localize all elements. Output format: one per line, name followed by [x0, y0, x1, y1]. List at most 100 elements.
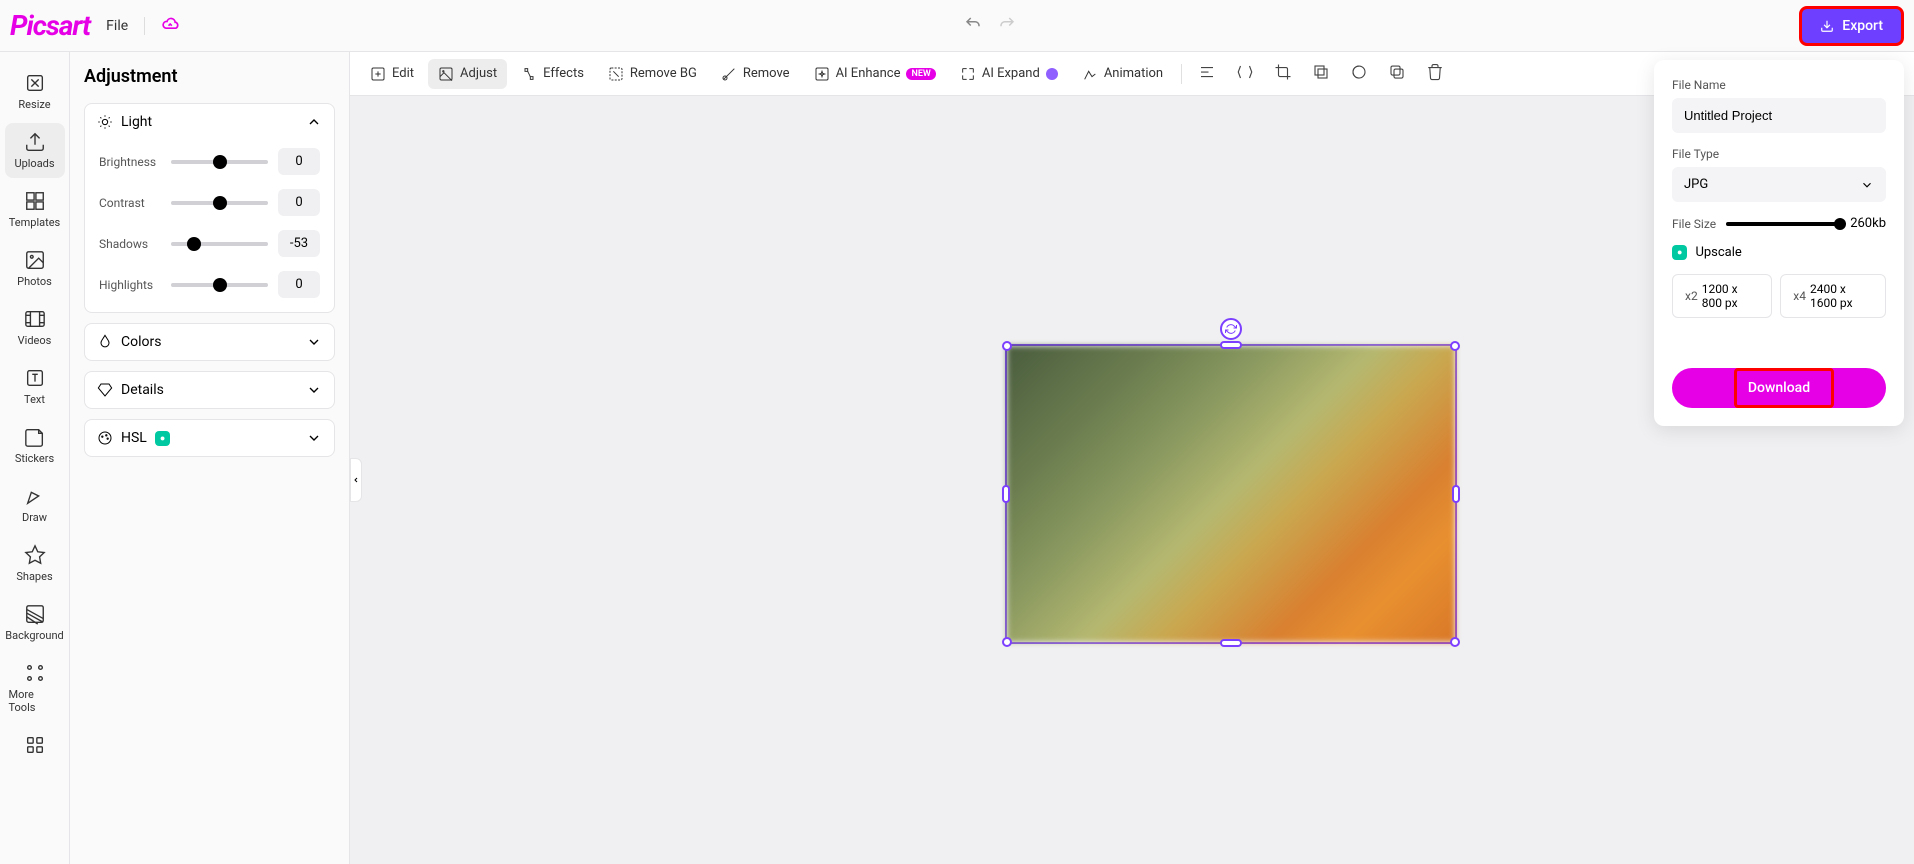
brightness-row: Brightness 0 — [99, 148, 320, 175]
resize-handle-tl[interactable] — [1002, 341, 1012, 351]
rail-label: Uploads — [14, 157, 54, 170]
shadows-slider[interactable] — [171, 242, 268, 246]
brightness-slider[interactable] — [171, 160, 268, 164]
rail-draw[interactable]: Draw — [5, 477, 65, 532]
contrast-slider[interactable] — [171, 201, 268, 205]
upscale-label: Upscale — [1695, 245, 1741, 260]
contrast-value[interactable]: 0 — [278, 189, 320, 216]
rail-label: Draw — [22, 511, 47, 524]
hsl-header[interactable]: HSL ● — [85, 420, 334, 456]
rail-label: Shapes — [16, 570, 52, 583]
divider — [144, 17, 145, 35]
rail-text[interactable]: Text — [5, 359, 65, 414]
ai-enhance-action[interactable]: AI Enhance NEW — [804, 59, 946, 89]
rail-videos[interactable]: Videos — [5, 300, 65, 355]
rail-label: Videos — [18, 334, 52, 347]
file-type-label: File Type — [1672, 147, 1886, 161]
effects-label: Effects — [543, 66, 584, 81]
rail-resize[interactable]: Resize — [5, 64, 65, 119]
rail-label: More Tools — [9, 688, 61, 714]
effects-action[interactable]: Effects — [511, 59, 594, 89]
highlights-slider[interactable] — [171, 283, 268, 287]
details-header[interactable]: Details — [85, 372, 334, 408]
brightness-value[interactable]: 0 — [278, 148, 320, 175]
upscale-x4[interactable]: x4 2400 x 1600 px — [1780, 274, 1886, 318]
redo-button[interactable] — [998, 15, 1016, 37]
resize-handle-bl[interactable] — [1002, 637, 1012, 647]
adjust-action[interactable]: Adjust — [428, 59, 507, 89]
resize-handle-br[interactable] — [1450, 637, 1460, 647]
shadows-label: Shadows — [99, 237, 161, 251]
image-selection[interactable] — [1005, 344, 1457, 644]
separator — [1181, 64, 1182, 84]
brand-logo[interactable]: Picsart — [10, 9, 90, 42]
light-header[interactable]: Light — [85, 104, 334, 140]
rail-uploads[interactable]: Uploads — [5, 123, 65, 178]
rail-templates[interactable]: Templates — [5, 182, 65, 237]
edit-action[interactable]: Edit — [360, 59, 424, 89]
rail-photos[interactable]: Photos — [5, 241, 65, 296]
main-layout: Resize Uploads Templates Photos Videos T… — [0, 52, 1914, 864]
light-section: Light Brightness 0 Contrast 0 Shadows - — [84, 103, 335, 313]
resize-handle-mr[interactable] — [1452, 485, 1460, 503]
file-type-value: JPG — [1684, 177, 1708, 192]
delete-button[interactable] — [1418, 56, 1452, 92]
rail-apps[interactable] — [5, 726, 65, 764]
export-panel: File Name File Type JPG File Size 260kb … — [1654, 60, 1904, 426]
palette-icon — [97, 430, 113, 446]
hsl-section: HSL ● — [84, 419, 335, 457]
rail-stickers[interactable]: Stickers — [5, 418, 65, 473]
colors-header[interactable]: Colors — [85, 324, 334, 360]
rail-more-tools[interactable]: More Tools — [5, 654, 65, 722]
flip-button[interactable] — [1228, 56, 1262, 92]
duplicate-button[interactable] — [1380, 56, 1414, 92]
sun-icon — [97, 114, 113, 130]
animation-action[interactable]: Animation — [1072, 59, 1173, 89]
tutorial-highlight — [1734, 368, 1834, 408]
layer-button[interactable] — [1304, 56, 1338, 92]
upscale-mult: x4 — [1793, 289, 1806, 303]
chevron-down-icon — [306, 430, 322, 446]
undo-redo-group — [964, 15, 1016, 37]
remove-action[interactable]: Remove — [711, 59, 800, 89]
upscale-dims: 1200 x 800 px — [1702, 282, 1760, 310]
details-section: Details — [84, 371, 335, 409]
light-body: Brightness 0 Contrast 0 Shadows -53 High… — [85, 140, 334, 312]
adjust-label: Adjust — [460, 66, 497, 81]
file-menu[interactable]: File — [106, 18, 128, 34]
shadows-value[interactable]: -53 — [278, 230, 320, 257]
rail-shapes[interactable]: Shapes — [5, 536, 65, 591]
resize-handle-tr[interactable] — [1450, 341, 1460, 351]
pro-badge: ● — [155, 431, 170, 446]
upscale-x2[interactable]: x2 1200 x 800 px — [1672, 274, 1772, 318]
rail-background[interactable]: Background — [5, 595, 65, 650]
export-button[interactable]: Export — [1799, 6, 1904, 46]
edit-icon — [370, 66, 386, 82]
crop-button[interactable] — [1266, 56, 1300, 92]
opacity-button[interactable] — [1342, 56, 1376, 92]
shadows-row: Shadows -53 — [99, 230, 320, 257]
tool-rail: Resize Uploads Templates Photos Videos T… — [0, 52, 70, 864]
rotate-handle[interactable] — [1220, 318, 1242, 340]
effects-icon — [521, 66, 537, 82]
resize-handle-ml[interactable] — [1002, 485, 1010, 503]
file-type-select[interactable]: JPG — [1672, 167, 1886, 202]
ai-expand-action[interactable]: AI Expand — [950, 59, 1068, 89]
file-size-slider[interactable] — [1726, 222, 1840, 226]
align-button[interactable] — [1190, 56, 1224, 92]
highlights-value[interactable]: 0 — [278, 271, 320, 298]
edit-label: Edit — [392, 66, 414, 81]
highlights-row: Highlights 0 — [99, 271, 320, 298]
remove-bg-action[interactable]: Remove BG — [598, 59, 707, 89]
upscale-row: ● Upscale — [1672, 245, 1886, 260]
collapse-panel-tab[interactable] — [350, 458, 362, 502]
download-button[interactable]: Download — [1672, 368, 1886, 408]
chevron-left-icon — [352, 476, 360, 484]
cloud-sync-icon[interactable] — [161, 14, 181, 38]
resize-handle-mb[interactable] — [1220, 639, 1242, 647]
undo-button[interactable] — [964, 15, 982, 37]
resize-handle-mt[interactable] — [1220, 341, 1242, 349]
remove-bg-label: Remove BG — [630, 66, 697, 81]
file-name-input[interactable] — [1672, 98, 1886, 133]
rail-label: Resize — [18, 98, 50, 111]
